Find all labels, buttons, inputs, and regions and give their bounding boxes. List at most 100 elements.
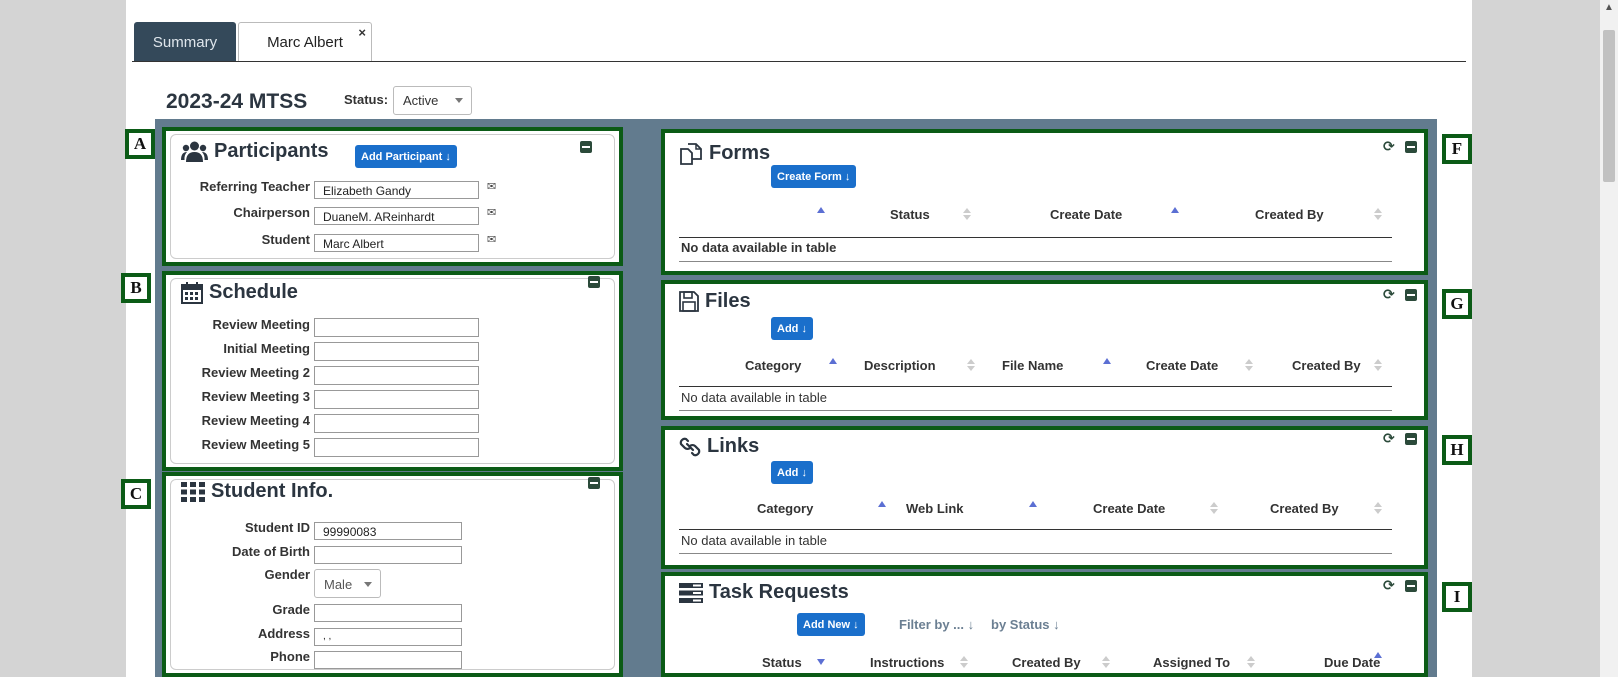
schedule-panel: Schedule Review Meeting Initial Meeting …: [162, 271, 623, 471]
grade-field[interactable]: [314, 604, 462, 622]
initial-meeting-field[interactable]: [314, 342, 479, 361]
table-header-rule: [679, 386, 1392, 387]
column-header[interactable]: Category: [757, 501, 813, 516]
refresh-icon[interactable]: ⟳: [1383, 430, 1395, 447]
add-new-task-button[interactable]: Add New ↓: [797, 613, 865, 636]
sort-asc-icon[interactable]: [878, 501, 886, 507]
add-file-button[interactable]: Add ↓: [771, 317, 813, 340]
sort-icon[interactable]: [1245, 359, 1253, 373]
column-header[interactable]: Create Date: [1050, 207, 1122, 222]
field-label: Phone: [270, 649, 310, 664]
add-participant-button[interactable]: Add Participant ↓: [355, 145, 457, 168]
participants-panel: Participants Add Participant ↓ Referring…: [162, 127, 623, 266]
sort-asc-icon[interactable]: [829, 358, 837, 364]
task-requests-heading: Task Requests: [679, 581, 849, 604]
student-id-field[interactable]: 99990083: [314, 522, 462, 540]
sort-icon[interactable]: [1374, 208, 1382, 222]
review-meeting-field[interactable]: [314, 318, 479, 337]
sort-asc-icon[interactable]: [1374, 652, 1382, 658]
refresh-icon[interactable]: ⟳: [1383, 286, 1395, 303]
tab-summary[interactable]: Summary: [134, 22, 236, 62]
chairperson-field[interactable]: DuaneM. AReinhardt: [314, 207, 479, 225]
add-link-button[interactable]: Add ↓: [771, 461, 813, 484]
sort-icon[interactable]: [1210, 502, 1218, 516]
sort-icon[interactable]: [1374, 502, 1382, 516]
collapse-icon[interactable]: [1405, 580, 1417, 592]
create-form-button[interactable]: Create Form ↓: [771, 165, 857, 188]
by-status-dropdown[interactable]: by Status ↓: [991, 617, 1060, 632]
student-field[interactable]: Marc Albert: [314, 234, 479, 252]
sort-icon[interactable]: [960, 656, 968, 670]
status-label: Status:: [344, 92, 389, 107]
field-label: Gender: [264, 567, 310, 582]
collapse-icon[interactable]: [580, 141, 592, 153]
sort-icon[interactable]: [1102, 656, 1110, 670]
address-field[interactable]: , ,: [314, 628, 462, 646]
column-header[interactable]: Created By: [1012, 655, 1081, 670]
sort-asc-icon[interactable]: [1171, 207, 1179, 213]
tab-divider: [132, 61, 1466, 62]
sort-icon[interactable]: [963, 208, 971, 222]
referring-teacher-field[interactable]: Elizabeth Gandy: [314, 181, 479, 199]
date-of-birth-field[interactable]: [314, 546, 462, 564]
vertical-scrollbar[interactable]: ▲: [1600, 0, 1618, 677]
column-header[interactable]: File Name: [1002, 358, 1063, 373]
status-select[interactable]: Active: [393, 86, 472, 115]
table-bottom-rule: [679, 261, 1392, 262]
collapse-icon[interactable]: [1405, 433, 1417, 445]
student-info-heading: Student Info.: [181, 480, 333, 503]
sort-icon[interactable]: [1374, 359, 1382, 373]
review-meeting-5-field[interactable]: [314, 438, 479, 457]
scroll-up-icon[interactable]: ▲: [1604, 2, 1614, 13]
column-header[interactable]: Description: [864, 358, 936, 373]
sort-icon[interactable]: [1247, 656, 1255, 670]
callout-b: B: [121, 273, 151, 303]
filter-by-dropdown[interactable]: Filter by ... ↓: [899, 617, 974, 632]
review-meeting-4-field[interactable]: [314, 414, 479, 433]
table-bottom-rule: [679, 553, 1392, 554]
review-meeting-2-field[interactable]: [314, 366, 479, 385]
phone-field[interactable]: [314, 651, 462, 669]
column-header[interactable]: Created By: [1292, 358, 1361, 373]
tasks-icon: [679, 582, 703, 603]
column-header[interactable]: Assigned To: [1153, 655, 1230, 670]
scroll-thumb[interactable]: [1603, 30, 1615, 182]
refresh-icon[interactable]: ⟳: [1383, 577, 1395, 594]
refresh-icon[interactable]: ⟳: [1383, 138, 1395, 155]
collapse-icon[interactable]: [1405, 289, 1417, 301]
tab-summary-label: Summary: [152, 33, 218, 51]
review-meeting-3-field[interactable]: [314, 390, 479, 409]
column-header[interactable]: Due Date: [1324, 655, 1380, 670]
column-header[interactable]: Created By: [1270, 501, 1339, 516]
column-header[interactable]: Web Link: [906, 501, 964, 516]
column-header[interactable]: Created By: [1255, 207, 1324, 222]
sort-asc-icon[interactable]: [1103, 358, 1111, 364]
collapse-icon[interactable]: [588, 276, 600, 288]
collapse-icon[interactable]: [1405, 141, 1417, 153]
mail-icon[interactable]: ✉: [487, 180, 496, 193]
column-header[interactable]: Create Date: [1093, 501, 1165, 516]
sort-icon[interactable]: [967, 359, 975, 373]
links-heading: Links: [679, 435, 759, 458]
column-header[interactable]: Create Date: [1146, 358, 1218, 373]
column-header[interactable]: Status: [762, 655, 802, 670]
close-icon[interactable]: ×: [358, 25, 366, 40]
mail-icon[interactable]: ✉: [487, 206, 496, 219]
forms-panel: Forms ⟳ Create Form ↓ Status Create Date…: [661, 129, 1428, 275]
gender-select[interactable]: Male: [314, 569, 381, 598]
column-header[interactable]: Instructions: [870, 655, 944, 670]
sort-asc-icon[interactable]: [817, 207, 825, 213]
tab-student[interactable]: Marc Albert ×: [238, 22, 372, 62]
field-label: Referring Teacher: [199, 179, 310, 194]
column-header[interactable]: Category: [745, 358, 801, 373]
sort-desc-icon[interactable]: [817, 659, 825, 665]
sort-asc-icon[interactable]: [1029, 501, 1037, 507]
column-header[interactable]: Status: [890, 207, 930, 222]
mail-icon[interactable]: ✉: [487, 233, 496, 246]
field-label: Student: [261, 232, 310, 247]
field-label: Initial Meeting: [223, 341, 310, 356]
gender-value: Male: [324, 577, 353, 592]
forms-title: Forms: [709, 142, 771, 164]
table-header-rule: [679, 529, 1392, 530]
collapse-icon[interactable]: [588, 477, 600, 489]
